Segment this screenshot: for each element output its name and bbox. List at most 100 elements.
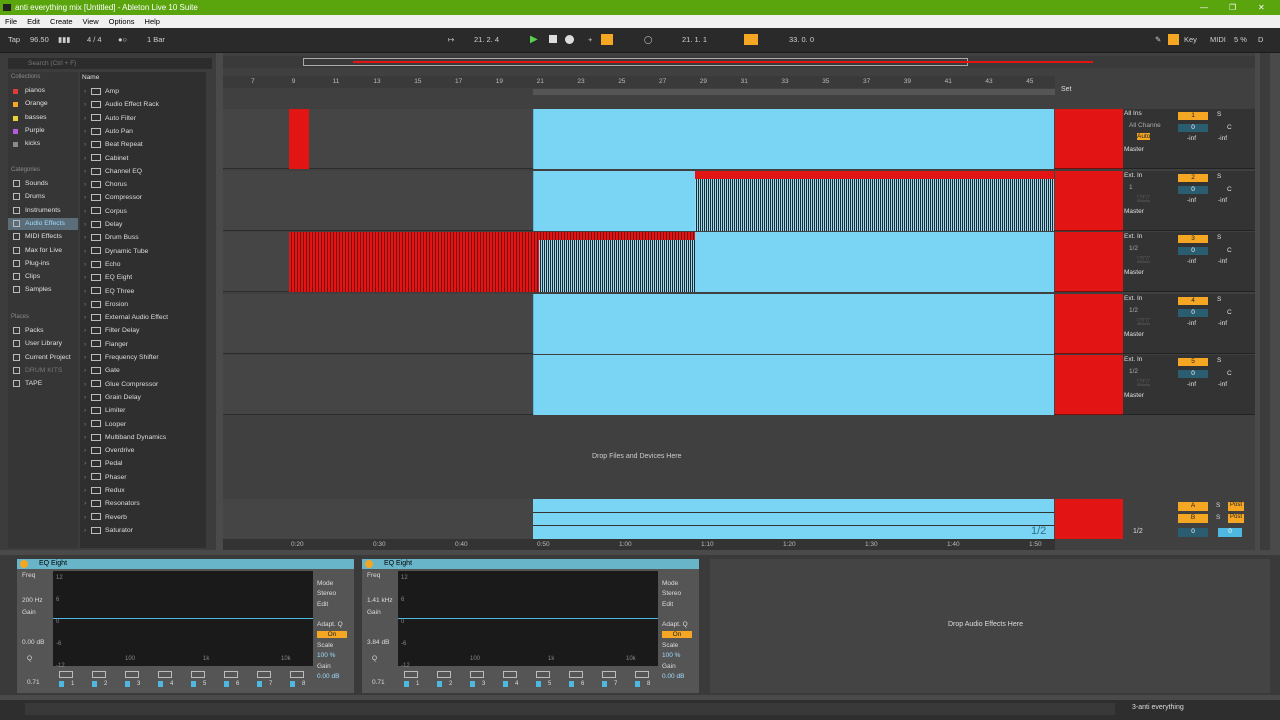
play-button[interactable]: ▶ <box>530 33 538 46</box>
output-select[interactable]: Master <box>1124 392 1144 399</box>
menu-view[interactable]: View <box>78 15 104 28</box>
return-clip[interactable] <box>533 499 1054 539</box>
device-title-bar[interactable]: EQ Eight <box>17 559 354 569</box>
expand-arrow-icon[interactable]: › <box>84 179 91 191</box>
device-list-item[interactable]: › Overdrive <box>84 445 134 457</box>
place-item[interactable]: TAPE <box>25 380 42 387</box>
expand-arrow-icon[interactable]: › <box>84 472 91 484</box>
place-item[interactable]: DRUM KITS <box>25 367 62 374</box>
expand-arrow-icon[interactable]: › <box>84 286 91 298</box>
effects-drop-zone[interactable]: Drop Audio Effects Here <box>710 559 1270 693</box>
track-activator[interactable]: 4 <box>1178 296 1208 305</box>
filter-type-icon[interactable] <box>470 671 484 678</box>
return-post-button[interactable]: Post <box>1228 502 1244 511</box>
vertical-scrollbar[interactable] <box>1260 53 1270 550</box>
expand-arrow-icon[interactable]: › <box>84 365 91 377</box>
draw-mode-icon[interactable]: ✎ <box>1155 33 1161 46</box>
expand-arrow-icon[interactable]: › <box>84 126 91 138</box>
category-item[interactable]: MIDI Effects <box>25 233 62 240</box>
input-channel-select[interactable]: 1/2 <box>1129 307 1138 314</box>
band-activator[interactable] <box>536 681 541 687</box>
clip-red[interactable] <box>289 109 309 169</box>
tap-button[interactable]: Tap <box>8 33 20 46</box>
device-list-item[interactable]: › Redux <box>84 485 125 497</box>
input-channel-select[interactable]: 1/2 <box>1129 368 1138 375</box>
filter-type-icon[interactable] <box>59 671 73 678</box>
menu-file[interactable]: File <box>0 15 22 28</box>
monitor-switch[interactable]: Auto <box>1137 379 1151 386</box>
output-select[interactable]: Master <box>1124 208 1144 215</box>
device-list-item[interactable]: › Grain Delay <box>84 392 141 404</box>
category-item[interactable]: Samples <box>25 286 51 293</box>
master-volume[interactable]: 0 <box>1178 528 1208 537</box>
track-activator[interactable]: 1 <box>1178 112 1208 120</box>
solo-button[interactable]: S <box>1217 296 1221 303</box>
expand-arrow-icon[interactable]: › <box>84 339 91 351</box>
track-header[interactable] <box>1055 355 1123 415</box>
expand-arrow-icon[interactable]: › <box>84 113 91 125</box>
expand-arrow-icon[interactable]: › <box>84 445 91 457</box>
filter-type-icon[interactable] <box>224 671 238 678</box>
expand-arrow-icon[interactable]: › <box>84 246 91 258</box>
expand-arrow-icon[interactable]: › <box>84 272 91 284</box>
device-list-item[interactable]: › Saturator <box>84 525 133 537</box>
device-list-item[interactable]: › Amp <box>84 86 119 98</box>
device-list-item[interactable]: › Multiband Dynamics <box>84 432 166 444</box>
loop-length-field[interactable]: 33. 0. 0 <box>789 33 814 46</box>
solo-button[interactable]: S <box>1217 111 1221 118</box>
q-value[interactable]: 0.71 <box>372 679 385 686</box>
device-list-item[interactable]: › Filter Delay <box>84 325 139 337</box>
input-type-select[interactable]: All Ins <box>1124 110 1142 117</box>
device-on-icon[interactable] <box>20 560 28 568</box>
metronome-icon[interactable]: ▮▮▮ <box>58 33 70 46</box>
category-item[interactable]: Sounds <box>25 180 48 187</box>
device-list-item[interactable]: › Echo <box>84 259 121 271</box>
volume-field[interactable]: 0 <box>1178 185 1208 194</box>
device-list-item[interactable]: › Corpus <box>84 206 127 218</box>
return-post-button[interactable]: Post <box>1228 514 1244 523</box>
expand-arrow-icon[interactable]: › <box>84 379 91 391</box>
eq-display[interactable]: 12 6 0 -6 -12 100 1k 10k <box>398 571 658 669</box>
output-select[interactable]: Master <box>1124 269 1144 276</box>
master-ratio[interactable]: 1/2 <box>1133 528 1143 535</box>
filter-type-icon[interactable] <box>158 671 172 678</box>
quantize-menu[interactable]: 1 Bar <box>147 33 165 46</box>
device-list-item[interactable]: › Pedal <box>84 458 122 470</box>
category-item[interactable]: Clips <box>25 273 40 280</box>
device-list-item[interactable]: › External Audio Effect <box>84 312 168 324</box>
pan-field[interactable]: C <box>1227 186 1232 193</box>
clip-cyan[interactable] <box>533 293 1054 354</box>
punch-icon[interactable]: ◯ <box>644 33 652 46</box>
collection-item[interactable]: Purple <box>25 127 45 134</box>
place-item[interactable]: User Library <box>25 340 62 347</box>
device-list-item[interactable]: › Drum Buss <box>84 232 139 244</box>
q-value[interactable]: 0.71 <box>27 679 40 686</box>
device-list-item[interactable]: › Gate <box>84 365 120 377</box>
band-activator[interactable] <box>158 681 163 687</box>
expand-arrow-icon[interactable]: › <box>84 99 91 111</box>
filter-type-icon[interactable] <box>437 671 451 678</box>
pan-field[interactable]: C <box>1227 309 1232 316</box>
loop-start-field[interactable]: 21. 1. 1 <box>682 33 707 46</box>
category-item[interactable]: Max for Live <box>25 247 62 254</box>
expand-arrow-icon[interactable]: › <box>84 259 91 271</box>
track-lane[interactable] <box>223 232 1055 292</box>
tempo-field[interactable]: 96.50 <box>30 33 49 46</box>
return-activator[interactable]: A <box>1178 502 1208 511</box>
track-activator[interactable]: 2 <box>1178 173 1208 182</box>
place-item[interactable]: Packs <box>25 327 44 334</box>
expand-arrow-icon[interactable]: › <box>84 206 91 218</box>
device-list-item[interactable]: › Phaser <box>84 472 127 484</box>
category-item[interactable]: Drums <box>25 193 45 200</box>
band-activator[interactable] <box>224 681 229 687</box>
input-type-select[interactable]: Ext. In <box>1124 356 1142 363</box>
band-activator[interactable] <box>125 681 130 687</box>
output-gain-field[interactable]: 0.00 dB <box>662 673 684 680</box>
follow-icon[interactable]: ↦ <box>448 33 454 46</box>
mode-select[interactable]: Stereo <box>317 590 336 597</box>
filter-type-icon[interactable] <box>404 671 418 678</box>
volume-field[interactable]: 0 <box>1178 124 1208 132</box>
automation-arm-button[interactable] <box>601 34 613 45</box>
clip-cyan[interactable] <box>533 109 1054 169</box>
expand-arrow-icon[interactable]: › <box>84 458 91 470</box>
